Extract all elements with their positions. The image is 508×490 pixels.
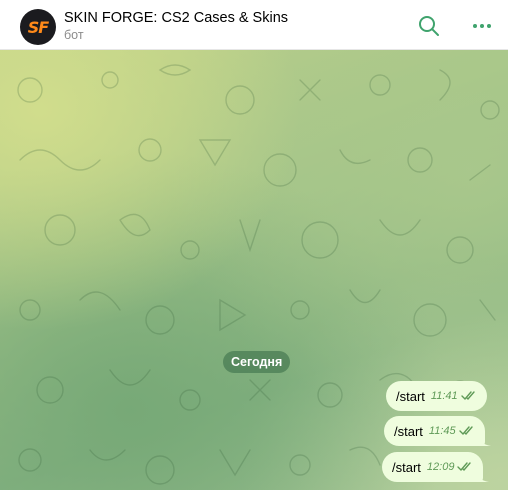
search-icon [419, 16, 439, 36]
double-check-icon [458, 426, 475, 436]
more-dots-icon [473, 24, 491, 28]
bubble-tail [476, 434, 491, 446]
outgoing-message[interactable]: /start 11:41 [386, 381, 487, 411]
message-time: 12:09 [426, 461, 455, 473]
message-time: 11:41 [430, 390, 458, 402]
date-separator: Сегодня [223, 351, 291, 373]
chat-header: SF SKIN FORGE: CS2 Cases & Skins бот [0, 0, 508, 50]
chat-subtitle: бот [64, 28, 84, 42]
message-text: /start [396, 388, 425, 404]
outgoing-message[interactable]: /start 12:09 [382, 452, 490, 482]
message-text: /start [394, 423, 423, 439]
search-button[interactable] [415, 12, 443, 40]
chat-title[interactable]: SKIN FORGE: CS2 Cases & Skins [64, 10, 288, 26]
double-check-icon [457, 462, 473, 472]
avatar-initials: SF [27, 17, 49, 37]
bot-avatar[interactable]: SF [20, 9, 56, 45]
more-options-button[interactable] [468, 12, 496, 40]
message-text: /start [392, 459, 421, 475]
bubble-tail [475, 470, 490, 482]
double-check-icon [460, 391, 477, 401]
chat-area[interactable]: Сегодня /start 11:41 /start 11:45 /start… [0, 50, 508, 490]
outgoing-message[interactable]: /start 11:45 [384, 416, 491, 446]
message-time: 11:45 [428, 425, 456, 437]
